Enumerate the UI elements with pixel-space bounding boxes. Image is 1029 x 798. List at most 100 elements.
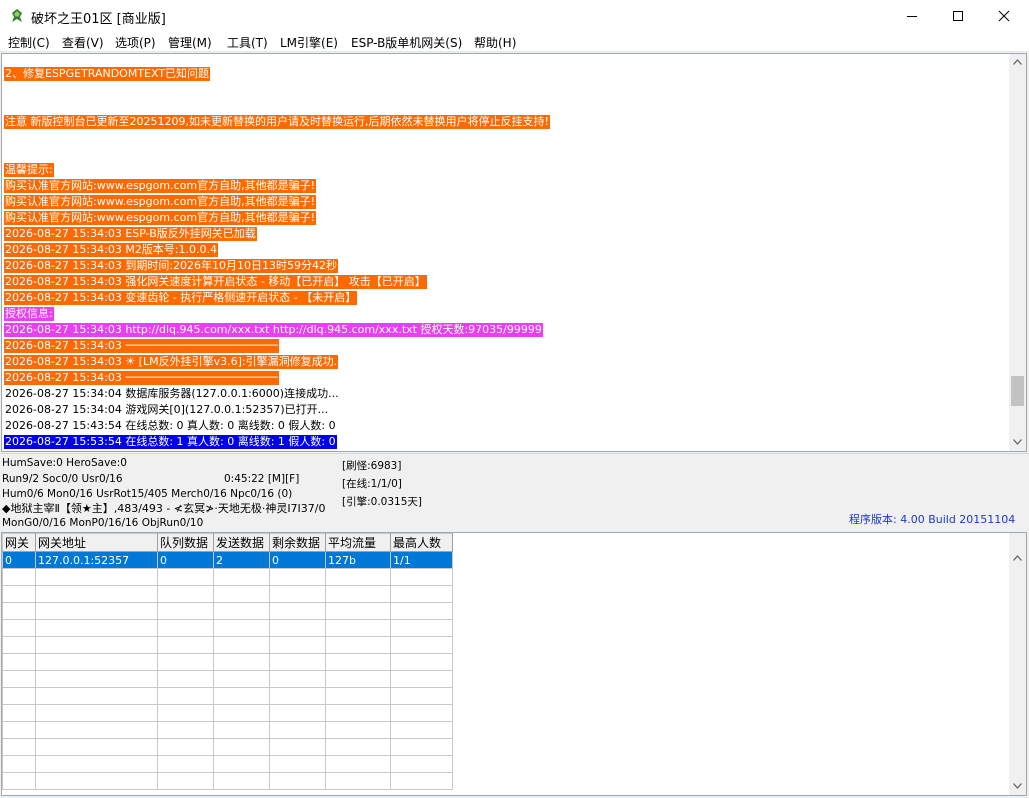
empty-cell <box>2 585 36 603</box>
empty-cell <box>35 721 158 739</box>
empty-cell <box>2 636 36 654</box>
empty-cell <box>35 755 158 773</box>
empty-cell <box>213 619 270 637</box>
menu-view[interactable]: 查看(V) <box>62 34 104 51</box>
empty-cell <box>325 704 391 722</box>
table-cell: 0 <box>2 551 36 569</box>
table-cell: 127b <box>325 551 391 569</box>
minimize-button[interactable] <box>889 0 935 32</box>
log-line: 2026-08-27 15:34:03 ESP-B版反外挂网关已加载 <box>4 227 257 241</box>
empty-cell <box>269 568 326 586</box>
scroll-thumb[interactable] <box>1011 376 1024 406</box>
empty-cell <box>157 653 214 671</box>
scroll-up-arrow-icon[interactable] <box>1009 54 1026 71</box>
empty-cell <box>269 653 326 671</box>
empty-cell <box>269 619 326 637</box>
column-header[interactable]: 网关 <box>2 533 36 552</box>
hum-save-status: HumSave:0 HeroSave:0 <box>2 457 127 469</box>
close-button[interactable] <box>981 0 1027 32</box>
empty-cell <box>157 670 214 688</box>
empty-cell <box>2 653 36 671</box>
log-line: 授权信息: <box>4 307 54 321</box>
maximize-button[interactable] <box>935 0 981 32</box>
empty-cell <box>35 636 158 654</box>
log-line: 2026-08-27 15:34:04 数据库服务器(127.0.0.1:600… <box>5 387 339 400</box>
menu-lm-engine[interactable]: LM引擎(E) <box>280 34 338 51</box>
scroll-down-arrow-icon[interactable] <box>1009 434 1026 451</box>
table-header-row: 网关 网关地址 队列数据 发送数据 剩余数据 平均流量 最高人数 <box>2 533 453 552</box>
table-cell: 0 <box>157 551 214 569</box>
empty-cell <box>325 568 391 586</box>
column-header[interactable]: 发送数据 <box>213 533 270 552</box>
table-cell: 2 <box>213 551 270 569</box>
empty-cell <box>157 704 214 722</box>
gateway-table: 网关 网关地址 队列数据 发送数据 剩余数据 平均流量 最高人数 0 127.0… <box>2 533 453 790</box>
empty-cell <box>390 585 453 603</box>
empty-cell <box>35 585 158 603</box>
empty-cell <box>35 687 158 705</box>
empty-cell <box>2 772 36 790</box>
column-header[interactable]: 平均流量 <box>325 533 391 552</box>
log-scrollbar[interactable] <box>1009 54 1026 451</box>
menu-help[interactable]: 帮助(H) <box>474 34 516 51</box>
empty-cell <box>325 585 391 603</box>
empty-cell <box>325 636 391 654</box>
log-line: 2026-08-27 15:34:03 变速齿轮 - 执行严格侧速开启状态 - … <box>4 291 358 305</box>
empty-cell <box>2 670 36 688</box>
empty-cell <box>213 670 270 688</box>
log-line: 购买认准官方网站:www.espgom.com官方自助,其他都是骗子! <box>4 211 316 225</box>
empty-cell <box>390 687 453 705</box>
column-header[interactable]: 最高人数 <box>390 533 453 552</box>
mongen-status: MonG0/0/16 MonP0/16/16 ObjRun0/10 <box>2 517 204 529</box>
empty-cell <box>2 568 36 586</box>
empty-cell <box>157 738 214 756</box>
column-header[interactable]: 网关地址 <box>35 533 158 552</box>
menu-control[interactable]: 控制(C) <box>8 34 50 51</box>
scroll-down-arrow-icon[interactable] <box>1009 778 1026 795</box>
empty-cell <box>213 738 270 756</box>
empty-cell <box>213 585 270 603</box>
empty-cell <box>213 772 270 790</box>
empty-cell <box>213 602 270 620</box>
gateway-grid[interactable]: 网关 网关地址 队列数据 发送数据 剩余数据 平均流量 最高人数 0 127.0… <box>1 532 1027 796</box>
refresh-monster-status: [刷怪:6983] <box>342 460 402 472</box>
column-header[interactable]: 剩余数据 <box>269 533 326 552</box>
empty-row <box>2 568 453 586</box>
empty-cell <box>269 721 326 739</box>
empty-cell <box>390 704 453 722</box>
scroll-up-arrow-icon[interactable] <box>1009 550 1026 567</box>
empty-cell <box>35 704 158 722</box>
empty-cell <box>213 755 270 773</box>
menu-esp-gateway[interactable]: ESP-B版单机网关(S) <box>351 34 462 51</box>
table-cell: 127.0.0.1:52357 <box>35 551 158 569</box>
menu-bar: 控制(C) 查看(V) 选项(P) 管理(M) 工具(T) LM引擎(E) ES… <box>0 32 1029 52</box>
log-panel[interactable]: 2、修复ESPGETRANDOMTEXT已知问题 注意 新版控制台已更新至202… <box>1 53 1027 452</box>
window-title: 破坏之王01区 [商业版] <box>31 12 166 27</box>
hum-status: Hum0/6 Mon0/16 UsrRot15/405 Merch0/16 Np… <box>2 488 293 500</box>
log-line: 2026-08-27 15:34:03 http://dlq.945.com/x… <box>4 323 543 337</box>
menu-tools[interactable]: 工具(T) <box>227 34 268 51</box>
empty-row <box>2 772 453 790</box>
empty-cell <box>157 687 214 705</box>
log-line: 2026-08-27 15:53:54 在线总数: 1 真人数: 0 离线数: … <box>4 435 337 449</box>
menu-manage[interactable]: 管理(M) <box>168 34 212 51</box>
table-row[interactable]: 0 127.0.0.1:52357 0 2 0 127b 1/1 <box>2 551 453 569</box>
empty-cell <box>390 636 453 654</box>
empty-cell <box>269 585 326 603</box>
empty-cell <box>390 653 453 671</box>
log-line: 2026-08-27 15:43:54 在线总数: 0 真人数: 0 离线数: … <box>5 419 336 432</box>
empty-cell <box>2 602 36 620</box>
empty-cell <box>325 721 391 739</box>
empty-cell <box>2 755 36 773</box>
grid-scrollbar[interactable] <box>1009 533 1026 795</box>
timer-status: 0:45:22 [M][F] <box>224 473 300 485</box>
log-line: 2026-08-27 15:34:03 到期时间:2026年10月10日13时5… <box>4 259 339 273</box>
empty-row <box>2 687 453 705</box>
empty-cell <box>390 738 453 756</box>
log-line: 注意 新版控制台已更新至20251209,如未更新替换的用户请及时替换运行,后期… <box>4 115 550 129</box>
empty-cell <box>157 602 214 620</box>
empty-cell <box>35 568 158 586</box>
menu-options[interactable]: 选项(P) <box>115 34 156 51</box>
empty-cell <box>325 653 391 671</box>
column-header[interactable]: 队列数据 <box>157 533 214 552</box>
